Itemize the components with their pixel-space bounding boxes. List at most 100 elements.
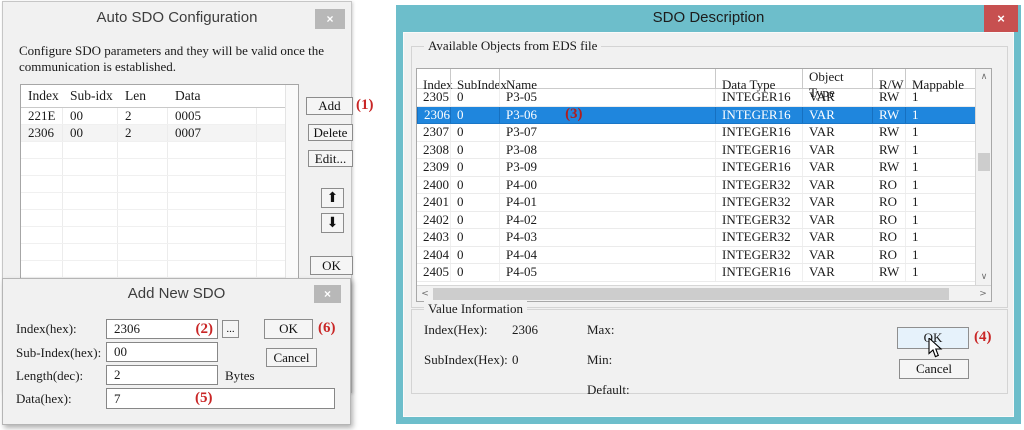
empty-table-row [21, 176, 298, 193]
table-cell: VAR [802, 247, 872, 264]
sub-index-hex-input[interactable]: 00 [106, 342, 218, 362]
annotation-3: (3) [565, 107, 583, 124]
table-cell: 0 [450, 194, 499, 211]
cancel-button[interactable]: Cancel [266, 348, 317, 367]
vertical-scroll-thumb[interactable] [978, 153, 990, 171]
table-cell: INTEGER16 [715, 89, 802, 106]
table-horizontal-scrollbar[interactable]: < > [417, 285, 991, 301]
table-vertical-scrollbar[interactable]: ∧ ∨ [975, 69, 991, 285]
move-up-button[interactable]: ⬆ [321, 188, 344, 208]
empty-cell [168, 244, 257, 260]
annotation-2: (2) [196, 321, 214, 338]
column-header: Sub-idx [63, 85, 118, 107]
data-hex-input[interactable]: 7 (5) [106, 388, 335, 409]
empty-cell [21, 261, 63, 277]
bytes-label: Bytes [225, 368, 255, 384]
value-information-group: Value Information Index(Hex): 2306 Max: … [411, 309, 1008, 394]
table-cell: 1 [905, 177, 975, 194]
index-hex-value: 2306 [114, 321, 140, 337]
table-cell: INTEGER16 [715, 142, 802, 159]
close-icon[interactable]: × [984, 5, 1018, 32]
table-row[interactable]: 23090P3-09INTEGER16VARRW1 [417, 159, 975, 177]
table-cell: 2 [118, 108, 168, 124]
table-row[interactable]: 24040P4-04INTEGER32VARRO1 [417, 247, 975, 265]
table-row[interactable]: 24030P4-03INTEGER32VARRO1 [417, 229, 975, 247]
horizontal-scroll-thumb[interactable] [433, 288, 949, 300]
table-row[interactable]: 24010P4-01INTEGER32VARRO1 [417, 194, 975, 212]
table-cell: 2308 [417, 142, 450, 159]
close-icon[interactable]: × [315, 9, 345, 29]
table-cell: RO [872, 194, 905, 211]
eds-objects-table: IndexSubIndexNameData TypeObject TypeR/W… [416, 68, 992, 302]
annotation-4: (4) [974, 329, 992, 346]
table-row[interactable]: 24050P4-05INTEGER16VARRW1 [417, 264, 975, 282]
ok-button[interactable]: OK [264, 319, 313, 339]
empty-cell [21, 210, 63, 226]
table-cell: VAR [802, 124, 872, 141]
data-hex-label: Data(hex): [16, 391, 72, 407]
scroll-down-icon[interactable]: ∨ [976, 271, 992, 283]
table-cell: 0 [450, 142, 499, 159]
empty-cell [168, 210, 257, 226]
empty-cell [118, 159, 168, 175]
delete-button[interactable]: Delete [308, 124, 353, 141]
table-row[interactable]: 23060020007 [21, 125, 298, 142]
table-row[interactable]: 23060P3-06(3)INTEGER16VARRW1 [417, 107, 975, 125]
scroll-up-icon[interactable]: ∧ [976, 71, 992, 83]
empty-cell [168, 142, 257, 158]
browse-button[interactable]: ... [222, 320, 239, 338]
annotation-1: (1) [356, 97, 374, 114]
index-hex-label: Index(hex): [16, 321, 77, 337]
table-cell: INTEGER32 [715, 212, 802, 229]
empty-cell [168, 159, 257, 175]
table-row[interactable]: 24020P4-02INTEGER32VARRO1 [417, 212, 975, 230]
table-cell: P3-07 [499, 124, 715, 141]
table-cell: RO [872, 247, 905, 264]
table-cell: P4-05 [499, 264, 715, 281]
annotation-6: (6) [318, 320, 336, 337]
data-hex-value: 7 [114, 391, 121, 407]
table-cell: INTEGER16 [715, 107, 802, 124]
index-hex-input[interactable]: 2306 (2) [106, 319, 218, 339]
edit-button[interactable]: Edit... [308, 150, 353, 167]
table-row[interactable]: 23070P3-07INTEGER16VARRW1 [417, 124, 975, 142]
available-objects-group: Available Objects from EDS file IndexSub… [411, 46, 1008, 308]
table-row[interactable]: 23080P3-08INTEGER16VARRW1 [417, 142, 975, 160]
table-cell: P4-04 [499, 247, 715, 264]
table-cell: 2400 [417, 177, 450, 194]
table-row[interactable]: 23050P3-05INTEGER16VARRW1 [417, 89, 975, 107]
table-cell: VAR [802, 159, 872, 176]
table-cell: VAR [802, 177, 872, 194]
default-label: Default: [587, 382, 630, 398]
scroll-right-icon[interactable]: > [977, 286, 989, 301]
table-cell: RW [872, 142, 905, 159]
length-dec-input[interactable]: 2 [106, 365, 218, 385]
table-cell: 1 [905, 212, 975, 229]
table-cell: RW [872, 89, 905, 106]
table-vertical-scrollbar[interactable] [285, 85, 298, 282]
empty-cell [118, 227, 168, 243]
table-cell: 2401 [417, 194, 450, 211]
close-icon[interactable]: × [314, 285, 341, 303]
table-cell: VAR [802, 229, 872, 246]
table-cell: 2309 [417, 159, 450, 176]
table-cell: VAR [802, 212, 872, 229]
mouse-cursor-icon [928, 338, 943, 363]
table-cell: 1 [905, 264, 975, 281]
table-row[interactable]: 24000P4-00INTEGER32VARRO1 [417, 177, 975, 195]
empty-cell [168, 227, 257, 243]
empty-table-row [21, 244, 298, 261]
empty-cell [63, 244, 118, 260]
table-cell: 0 [450, 229, 499, 246]
empty-cell [21, 142, 63, 158]
table-cell: 0 [450, 89, 499, 106]
ok-button[interactable]: OK [310, 256, 353, 275]
table-cell: P4-01 [499, 194, 715, 211]
table-row[interactable]: 221E0020005 [21, 108, 298, 125]
scroll-left-icon[interactable]: < [419, 286, 431, 301]
table-cell: RO [872, 212, 905, 229]
add-button[interactable]: Add [306, 97, 353, 115]
table-cell: INTEGER32 [715, 177, 802, 194]
move-down-button[interactable]: ⬇ [321, 213, 344, 233]
table-cell: 2403 [417, 229, 450, 246]
